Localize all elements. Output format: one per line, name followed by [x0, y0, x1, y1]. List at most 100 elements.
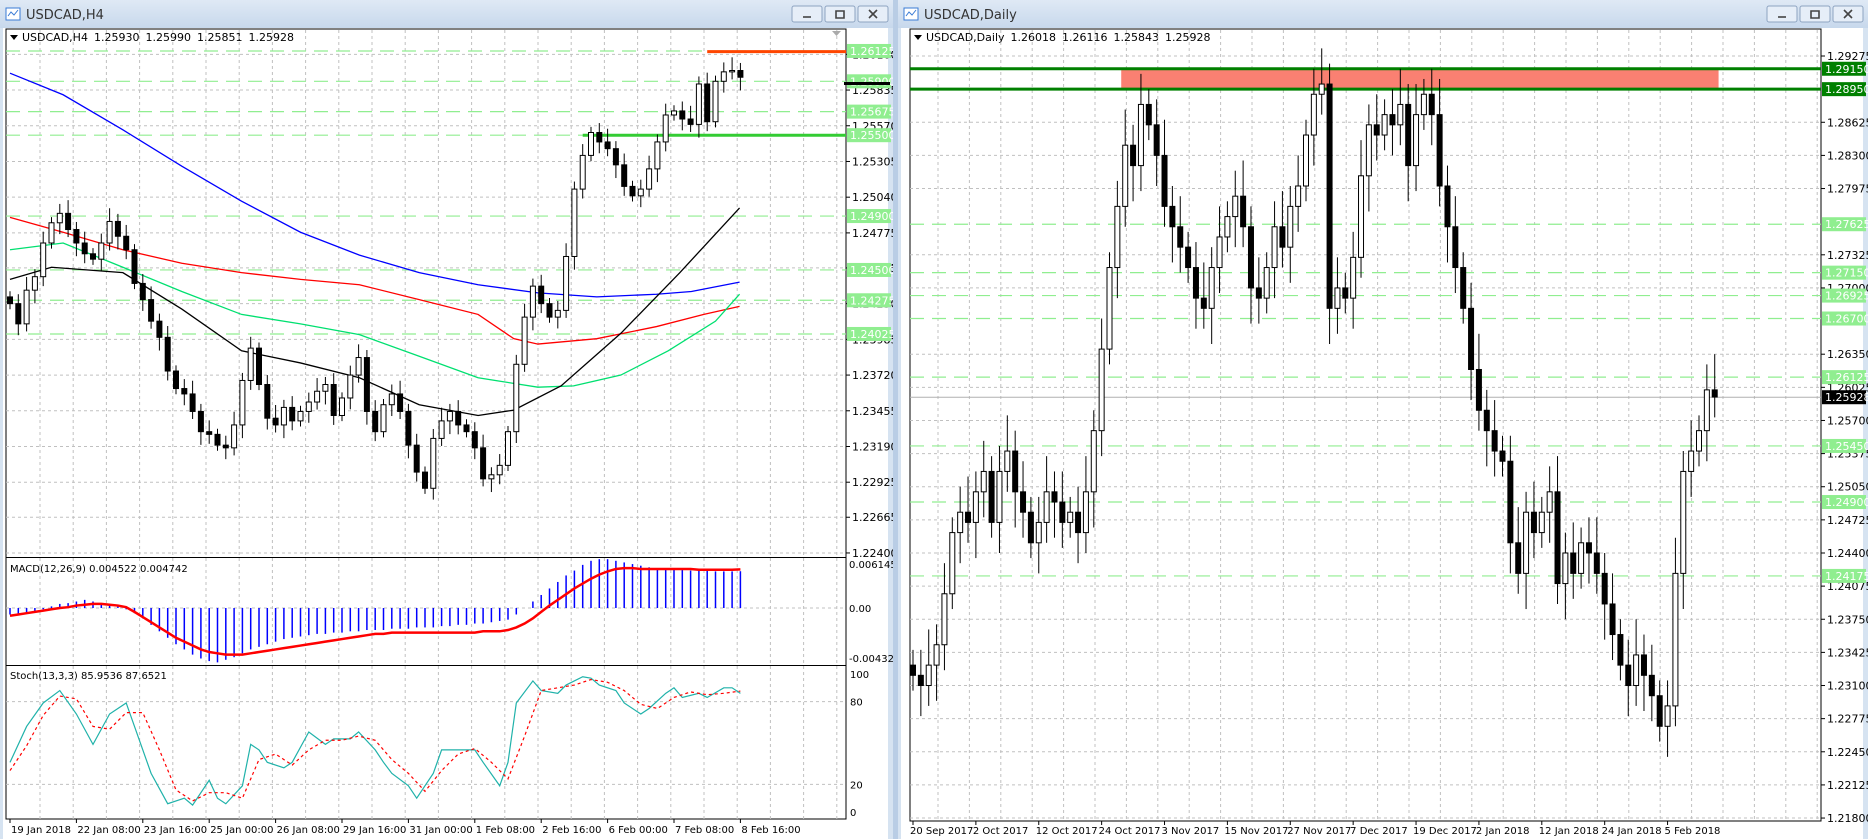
candle-body: [148, 299, 155, 322]
candle-body: [671, 110, 677, 116]
header-symbol: USDCAD,H4: [22, 31, 88, 44]
candle-body: [1216, 236, 1223, 269]
candle-body: [1318, 83, 1325, 95]
candle-body: [372, 410, 379, 433]
time-label: 25 Jan 00:00: [210, 825, 273, 836]
time-label: 2 Oct 2017: [973, 826, 1028, 837]
candle[interactable]: [131, 244, 138, 290]
minimize-button[interactable]: [791, 5, 823, 23]
price-tick-label: 1.23455: [852, 405, 893, 418]
candle-body: [1515, 542, 1522, 574]
candle-body: [1703, 389, 1710, 432]
time-label: 5 Feb 2018: [1665, 826, 1721, 837]
title-bar[interactable]: [0, 0, 893, 28]
candle-body: [40, 242, 47, 278]
chart-header: USDCAD,H4 1.25930 1.25990 1.25851 1.25928: [22, 31, 294, 44]
candle-body: [529, 285, 536, 318]
candle-body: [941, 593, 948, 646]
candle-body: [397, 393, 404, 412]
candle-body: [704, 83, 711, 123]
chart-canvas-h4[interactable]: USDCAD,H4 USDCAD,H4 1.25930 1.25990 1.25851 1…: [0, 0, 893, 839]
candle[interactable]: [1106, 252, 1113, 365]
candle-body: [438, 420, 445, 439]
candle-body: [1082, 491, 1089, 534]
stoch-label: Stoch(13,3,3) 85.9536 87.6521: [10, 671, 167, 682]
price-tick-label: 1.22775: [1827, 713, 1868, 726]
time-label: 1 Feb 08:00: [476, 825, 535, 836]
resistance-zone[interactable]: [1121, 68, 1719, 90]
candle-body: [737, 70, 744, 78]
candle-body: [1554, 491, 1561, 585]
candle-body: [314, 390, 321, 403]
candle-body: [1436, 114, 1443, 187]
restore-button[interactable]: [1799, 5, 1831, 23]
level-price-label: 1.26925: [1825, 290, 1868, 303]
candle-body: [31, 276, 38, 291]
candle[interactable]: [256, 342, 262, 391]
candle-body: [917, 674, 924, 687]
price-tick-label: 1.26350: [1827, 348, 1868, 361]
candle-body: [106, 220, 113, 244]
candle-body: [1350, 256, 1357, 299]
level-price-label: 1.24025: [850, 328, 893, 341]
candle-body: [156, 320, 163, 338]
time-label: 20 Sep 2017: [910, 826, 973, 837]
chart-window-usdcad-daily[interactable]: USDCAD,Daily USDCAD,Daily 1.26018 1.26116 1.…: [898, 0, 1868, 839]
title-bar[interactable]: [898, 0, 1868, 28]
candle-body: [1475, 368, 1482, 411]
time-label: 2 Feb 16:00: [542, 825, 601, 836]
candle-body: [15, 303, 22, 325]
candle-body: [496, 464, 503, 476]
candle-body: [662, 114, 669, 143]
candle-body: [1672, 572, 1679, 707]
candle-body: [131, 249, 138, 284]
button-frame: [824, 5, 856, 23]
candle[interactable]: [571, 181, 578, 270]
button-frame: [791, 5, 823, 23]
candle-body: [81, 242, 88, 255]
candle-body: [563, 255, 570, 311]
candle-body: [933, 644, 940, 666]
candle-body: [695, 83, 702, 125]
candle-body: [446, 410, 453, 422]
time-label: 8 Feb 16:00: [741, 825, 800, 836]
price-tick-label: 1.22925: [852, 476, 893, 489]
minimize-button[interactable]: [1766, 5, 1798, 23]
candle-body: [1145, 103, 1152, 126]
candle-body: [405, 410, 412, 446]
candle[interactable]: [1326, 63, 1333, 345]
chart-window-usdcad-h4[interactable]: USDCAD,H4 USDCAD,H4 1.25930 1.25990 1.25851 1…: [0, 0, 893, 839]
candle[interactable]: [505, 426, 511, 472]
candle[interactable]: [380, 399, 387, 438]
time-label: 29 Jan 16:00: [343, 825, 406, 836]
candle[interactable]: [712, 75, 719, 128]
chart-window-icon: [903, 7, 919, 21]
candle-body: [1263, 267, 1270, 299]
resistance-price-label: 1.28950: [1825, 83, 1868, 96]
candle-body: [1114, 205, 1121, 269]
level-price-label: 1.27625: [1825, 218, 1868, 231]
candle-body: [264, 384, 271, 419]
candle-body: [1405, 103, 1412, 167]
chart-background: [901, 28, 1863, 839]
chart-canvas-daily[interactable]: USDCAD,DailyUSDCAD,Daily 1.26018 1.26116 1.…: [898, 0, 1868, 839]
stoch-tick-label: 100: [850, 670, 869, 681]
header-close: 1.25928: [1165, 31, 1211, 44]
close-button[interactable]: [1832, 5, 1864, 23]
candle-body: [339, 397, 345, 416]
candle-body: [1570, 552, 1577, 574]
candle-body: [1130, 144, 1137, 167]
price-tick-label: 1.22125: [1827, 779, 1868, 792]
restore-button[interactable]: [824, 5, 856, 23]
candle-body: [1601, 572, 1608, 605]
level-price-label: 1.24900: [850, 210, 893, 223]
candle[interactable]: [513, 354, 520, 443]
level-price-label: 1.25500: [850, 129, 893, 142]
candle-body: [910, 664, 916, 676]
candle-body: [1578, 542, 1585, 574]
candle-body: [1664, 705, 1671, 727]
time-label: 19 Dec 2017: [1413, 826, 1477, 837]
close-button[interactable]: [857, 5, 889, 23]
price-tick-label: 1.25700: [1827, 414, 1868, 427]
price-tick-label: 1.28625: [1827, 116, 1868, 129]
